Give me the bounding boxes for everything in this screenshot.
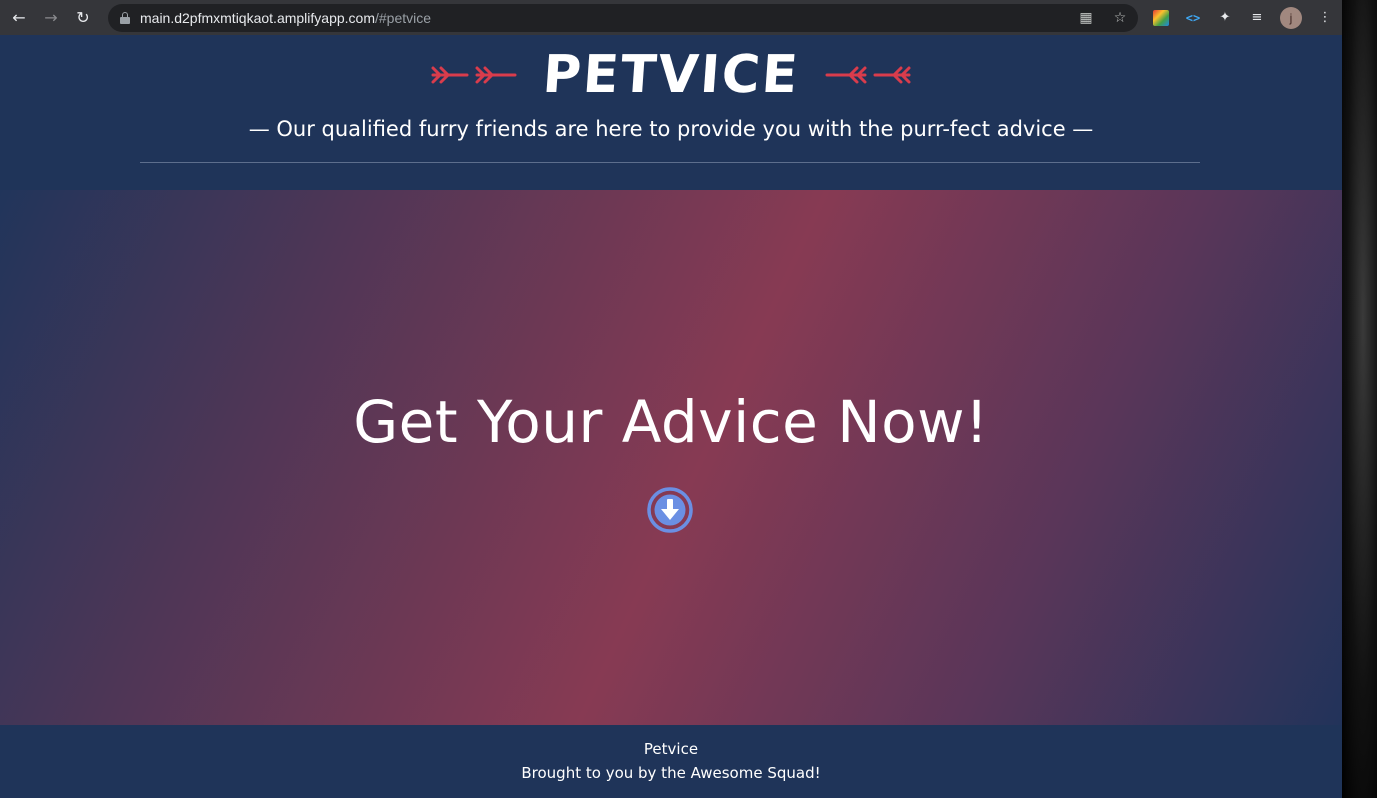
media-queue-icon[interactable]: ≡ bbox=[1248, 9, 1266, 27]
code-extension-icon[interactable]: <> bbox=[1184, 9, 1202, 27]
tagline: — Our qualified furry friends are here t… bbox=[248, 117, 1094, 141]
site-title: PETVICE bbox=[540, 45, 802, 105]
brand-row: PETVICE bbox=[0, 43, 1342, 107]
reload-icon[interactable]: ↻ bbox=[73, 8, 93, 28]
more-menu-icon[interactable]: ⋮ bbox=[1316, 9, 1334, 27]
hero-section: Get Your Advice Now! bbox=[0, 190, 1342, 725]
desktop-background-strip bbox=[1342, 0, 1377, 798]
arrow-left-decoration-icon bbox=[431, 66, 517, 84]
url-text[interactable]: main.d2pfmxmtiqkaot.amplifyapp.com/#petv… bbox=[140, 10, 431, 26]
header-divider bbox=[140, 162, 1200, 163]
qr-code-icon[interactable]: ▦ bbox=[1078, 10, 1094, 26]
hero-title: Get Your Advice Now! bbox=[353, 388, 989, 456]
site-header: PETVICE — Our qualified furry friends ar… bbox=[0, 35, 1342, 190]
page: PETVICE — Our qualified furry friends ar… bbox=[0, 35, 1342, 798]
url-path: /#petvice bbox=[375, 9, 432, 26]
site-footer: Petvice Brought to you by the Awesome Sq… bbox=[0, 725, 1342, 798]
colorful-extension-icon[interactable] bbox=[1152, 9, 1170, 27]
arrow-down-circle-icon[interactable] bbox=[646, 486, 694, 534]
footer-brand: Petvice bbox=[643, 740, 699, 758]
avatar[interactable]: j bbox=[1280, 6, 1302, 29]
url-host: main.d2pfmxmtiqkaot.amplifyapp.com bbox=[140, 9, 375, 26]
address-bar[interactable]: main.d2pfmxmtiqkaot.amplifyapp.com/#petv… bbox=[108, 3, 1138, 32]
puzzle-extensions-icon[interactable]: ✦ bbox=[1216, 9, 1234, 27]
forward-arrow-icon[interactable]: → bbox=[41, 8, 61, 28]
back-arrow-icon[interactable]: ← bbox=[9, 8, 29, 28]
arrow-right-decoration-icon bbox=[825, 66, 911, 84]
bookmark-star-icon[interactable]: ☆ bbox=[1112, 10, 1128, 26]
footer-credit: Brought to you by the Awesome Squad! bbox=[521, 764, 821, 782]
browser-toolbar: ← → ↻ main.d2pfmxmtiqkaot.amplifyapp.com… bbox=[0, 0, 1342, 35]
lock-icon[interactable] bbox=[120, 11, 130, 24]
